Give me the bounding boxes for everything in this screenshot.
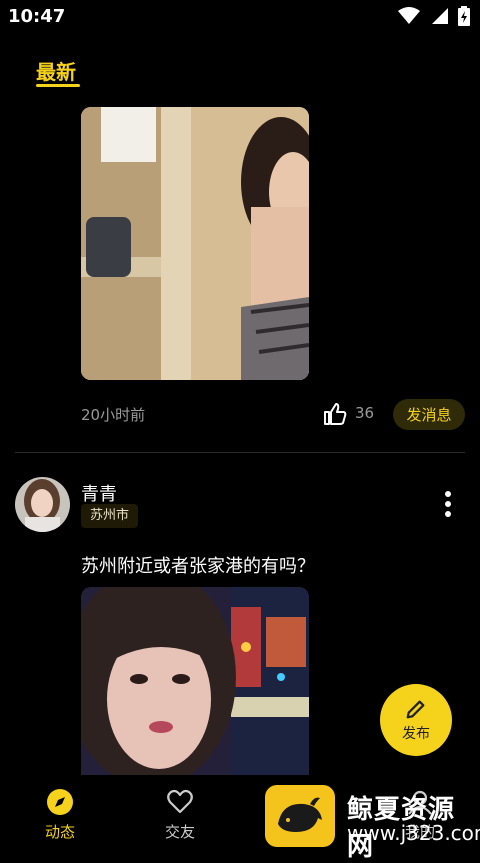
status-time: 10:47 [8,6,66,27]
pencil-icon [406,700,425,718]
nav-label: 交友 [164,823,195,841]
avatar[interactable] [15,477,70,532]
post-photo[interactable] [81,587,309,775]
publish-button[interactable]: 发布 [380,684,452,756]
post-photo[interactable] [81,107,309,380]
publish-label: 发布 [402,725,430,742]
post-text: 苏州附近或者张家港的有吗？ [81,556,315,577]
nav-label: 动态 [44,823,75,841]
like-count: 36 [355,404,375,422]
thumbs-up-icon[interactable] [323,402,347,426]
city-badge: 苏州市 [81,504,139,528]
post-timestamp: 20小时前 [81,406,146,424]
battery-icon [458,6,470,26]
status-icons [398,6,470,26]
heart-icon [167,789,193,814]
whale-logo-icon [265,785,335,847]
signal-icon [432,8,448,24]
nav-item-friends[interactable]: 交友 [150,788,210,842]
watermark-url: www.j323.com [347,821,480,845]
compass-icon [47,789,73,815]
wifi-icon [398,7,420,24]
user-name[interactable]: 青青 [81,480,117,506]
watermark: 鲸夏资源网 www.j323.com [265,785,480,862]
more-options-icon[interactable] [440,490,456,518]
post-divider [15,452,465,453]
tab-active-indicator [36,84,80,87]
tab-latest[interactable]: 最新 [36,56,76,85]
nav-item-feed[interactable]: 动态 [30,788,90,842]
send-message-button[interactable]: 发消息 [393,399,465,430]
